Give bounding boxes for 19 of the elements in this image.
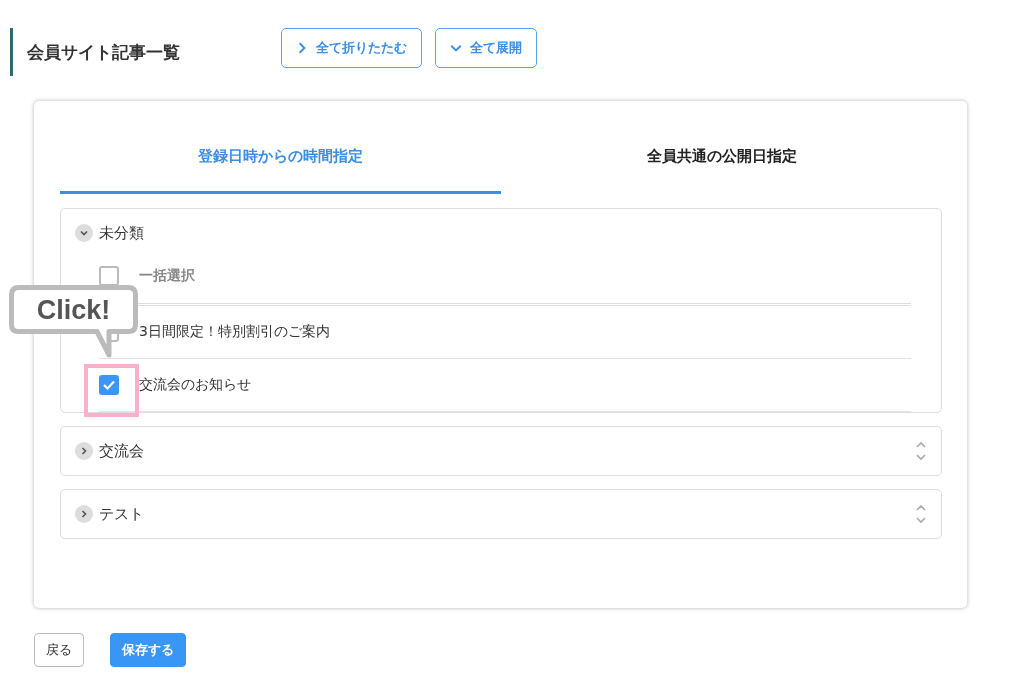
category-name[interactable]: 未分類: [99, 223, 144, 243]
category-name[interactable]: 交流会: [99, 441, 144, 461]
tab[interactable]: 全員共通の公開日指定: [501, 121, 942, 194]
speech-bubble-tooltip: Click!: [9, 285, 138, 360]
chevron-down-icon: [450, 42, 462, 54]
sort-handle-icon[interactable]: [915, 439, 927, 463]
category-name[interactable]: テスト: [99, 504, 144, 524]
check-icon: [102, 378, 116, 392]
chevron-down-icon[interactable]: [75, 224, 93, 242]
checkbox[interactable]: [99, 375, 119, 395]
article-title: 3日間限定！特別割引のご案内: [139, 323, 330, 341]
back-button[interactable]: 戻る: [34, 633, 84, 667]
highlight-frame: [84, 364, 139, 417]
chevron-right-icon: [296, 42, 308, 54]
select-all-label: 一括選択: [139, 267, 195, 285]
sort-handle-icon[interactable]: [915, 502, 927, 526]
chevron-right-icon[interactable]: [75, 505, 93, 523]
chevron-right-icon[interactable]: [75, 442, 93, 460]
article-title: 交流会のお知らせ: [139, 376, 251, 394]
